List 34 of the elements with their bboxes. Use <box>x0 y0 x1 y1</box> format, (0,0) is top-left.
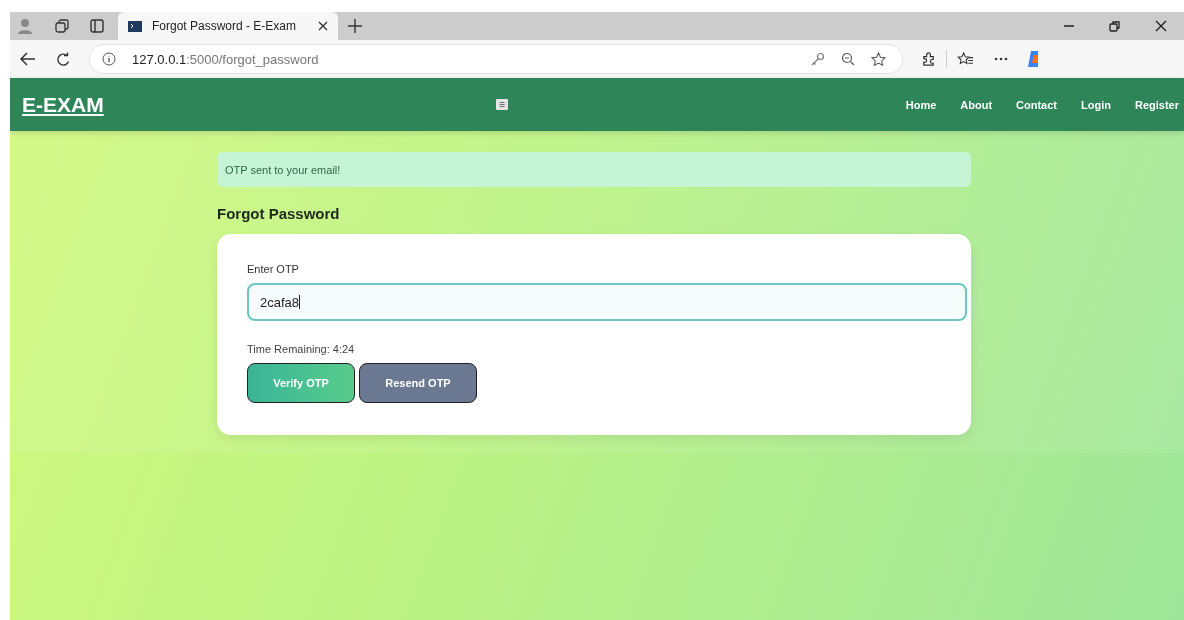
nav-link[interactable]: Contact <box>1016 98 1058 111</box>
verify-button[interactable]: Verify OTP <box>247 363 355 403</box>
workspaces-icon[interactable] <box>54 18 70 34</box>
url-text: 127.0.0.1:5000/forgot_password <box>132 51 319 67</box>
tab-actions-icon[interactable] <box>90 19 104 33</box>
refresh-icon[interactable] <box>56 51 71 67</box>
star-icon[interactable] <box>871 51 886 67</box>
nav-link[interactable]: Home <box>905 98 937 111</box>
zoom-out-icon[interactable] <box>841 52 855 66</box>
countdown-text: Time Remaining: 4:24 <box>247 343 356 355</box>
key-icon[interactable] <box>811 52 825 66</box>
info-icon[interactable] <box>102 52 116 66</box>
menu-icon[interactable] <box>496 99 508 110</box>
favorites-icon[interactable] <box>957 51 974 67</box>
restore-icon[interactable] <box>1109 20 1121 32</box>
nav-link[interactable]: Register <box>1134 98 1179 111</box>
address-bar[interactable]: 127.0.0.1:5000/forgot_password <box>89 44 903 74</box>
nav-link[interactable]: About <box>960 98 993 111</box>
back-icon[interactable] <box>20 52 36 66</box>
page-heading: Forgot Password <box>217 205 341 222</box>
more-icon[interactable] <box>994 57 1008 61</box>
resend-button[interactable]: Resend OTP <box>359 363 477 403</box>
extensions-icon[interactable] <box>921 51 936 67</box>
otp-input-field[interactable]: 2cafa8 <box>247 283 967 321</box>
close-icon[interactable] <box>1155 20 1167 32</box>
copilot-icon[interactable] <box>1028 51 1038 67</box>
field-label: Enter OTP <box>247 263 300 275</box>
terminal-icon <box>128 20 142 32</box>
nav-link[interactable]: Login <box>1081 98 1111 111</box>
success-alert: OTP sent to your email! <box>217 152 971 187</box>
new-tab-icon[interactable] <box>348 19 362 33</box>
browser-tab[interactable]: Forgot Password - E-Exam <box>118 12 338 40</box>
close-icon[interactable] <box>318 21 328 31</box>
brand-link[interactable]: E-EXAM <box>22 92 496 117</box>
